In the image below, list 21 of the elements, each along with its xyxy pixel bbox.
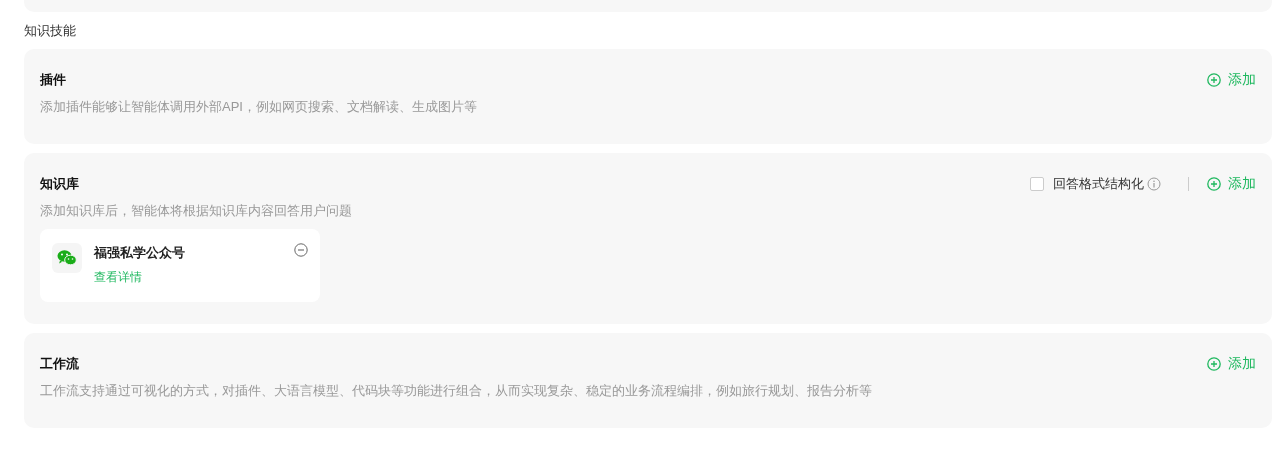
card-description: 工作流支持通过可视化的方式，对插件、大语言模型、代码块等功能进行组合，从而实现复杂、稳定的业务流程编排，例如旅行规划、报告分析等 — [40, 382, 872, 400]
card-title: 知识库 — [40, 175, 79, 193]
section-title: 知识技能 — [24, 23, 76, 39]
checkbox-label: 回答格式结构化 — [1053, 175, 1144, 193]
knowledge-name: 福强私学公众号 — [94, 245, 185, 261]
add-button[interactable]: 添加 — [1207, 355, 1256, 373]
add-button[interactable]: 添加 — [1207, 175, 1256, 193]
card-title: 插件 — [40, 71, 66, 89]
card-description: 添加插件能够让智能体调用外部API，例如网页搜索、文档解读、生成图片等 — [40, 98, 477, 116]
add-button[interactable]: 添加 — [1207, 71, 1256, 89]
plus-circle-icon — [1207, 177, 1221, 191]
card-description: 添加知识库后，智能体将根据知识库内容回答用户问题 — [40, 202, 352, 220]
minus-circle-icon — [294, 243, 308, 257]
chat-bubbles-icon — [52, 243, 82, 273]
checkbox[interactable] — [1030, 177, 1044, 191]
plus-circle-icon — [1207, 357, 1221, 371]
plus-circle-icon — [1207, 73, 1221, 87]
card-title: 工作流 — [40, 355, 79, 373]
remove-button[interactable] — [294, 243, 308, 257]
view-details-link[interactable]: 查看详情 — [94, 270, 142, 285]
info-icon — [1147, 177, 1161, 191]
